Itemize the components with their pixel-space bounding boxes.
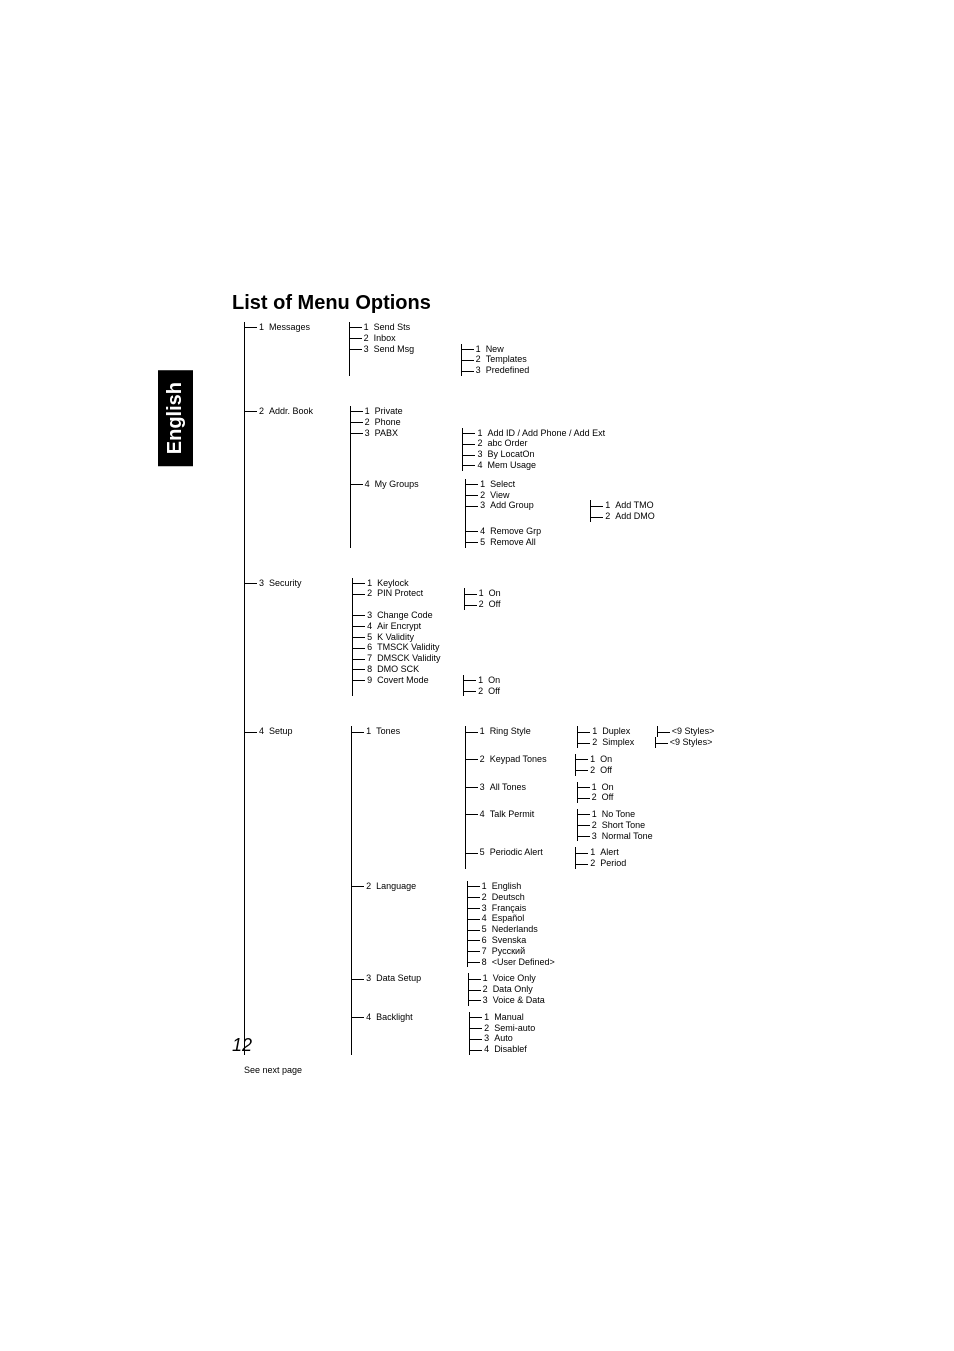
page-number: 12 <box>232 1035 252 1056</box>
menu-item: 3 Security 1 Keylock 2 PIN Protect 1 On … <box>259 578 944 697</box>
page-title: List of Menu Options <box>232 292 431 315</box>
menu-item: 2 Addr. Book 1 Private 2 Phone 3 PABX 1 … <box>259 406 944 548</box>
menu-item: 1 Messages 1 Send Sts 2 Inbox 3 Send Msg… <box>259 322 944 376</box>
see-next-page: See next page <box>244 1065 944 1076</box>
language-tab: English <box>158 370 193 466</box>
menu-tree: 1 Messages 1 Send Sts 2 Inbox 3 Send Msg… <box>244 322 944 1076</box>
menu-item: 4 Setup 1 Tones 1 Ring Style 1 Duplex <box>259 726 944 1055</box>
